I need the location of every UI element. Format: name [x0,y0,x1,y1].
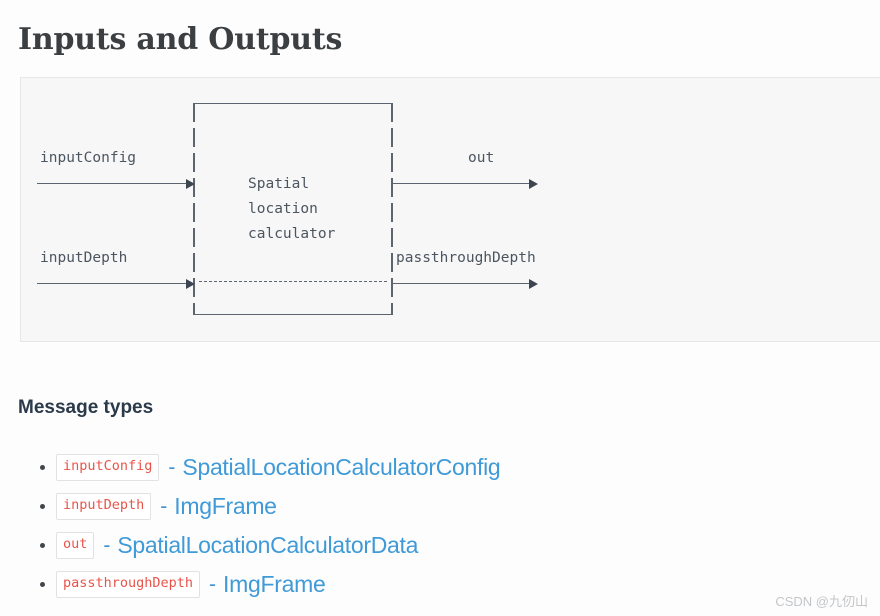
separator-dash: - [160,495,168,518]
diagram-label-out: out [468,150,495,166]
diagram-label-input-config: inputConfig [40,150,137,166]
calculator-block-label: Spatial location calculator [248,172,335,247]
separator-dash: - [209,573,217,596]
section-heading-message-types: Message types [18,396,154,418]
bullet-icon [40,465,45,470]
block-label-line-3: calculator [248,226,336,242]
block-top-border [193,103,393,104]
message-type-link[interactable]: SpatialLocationCalculatorData [117,532,418,559]
diagram-label-input-depth: inputDepth [40,250,128,266]
watermark: CSDN @九仞山 [775,594,868,609]
diagram-label-passthrough-depth: passthroughDepth [396,250,536,266]
page-title: Inputs and Outputs [18,22,343,58]
block-label-line-2: location [248,201,318,217]
message-types-list: inputConfig - SpatialLocationCalculatorC… [18,448,758,604]
documentation-page: Inputs and Outputs inputConfig inputDept… [0,0,880,616]
block-label-line-1: Spatial [248,176,310,192]
arrow-passthrough-depth-icon [393,279,538,289]
block-passthrough-divider [199,281,387,282]
bullet-icon [40,504,45,509]
list-item: out - SpatialLocationCalculatorData [18,526,758,565]
arrow-out-icon [393,179,538,189]
message-type-link[interactable]: ImgFrame [223,571,326,598]
port-badge: inputDepth [56,493,152,520]
bullet-icon [40,582,45,587]
message-type-link[interactable]: ImgFrame [174,493,277,520]
port-badge: out [56,532,95,559]
list-item: inputDepth - ImgFrame [18,487,758,526]
diagram-panel: inputConfig inputDepth out passthroughDe… [20,77,880,342]
diagram-stage: inputConfig inputDepth out passthroughDe… [21,78,581,341]
port-badge: passthroughDepth [56,571,201,598]
port-badge: inputConfig [56,454,160,481]
list-item: inputConfig - SpatialLocationCalculatorC… [18,448,758,487]
separator-dash: - [168,456,176,479]
separator-dash: - [103,534,111,557]
arrow-input-depth-icon [37,279,195,289]
bullet-icon [40,543,45,548]
block-bottom-border [193,314,393,315]
arrow-input-config-icon [37,179,195,189]
list-item: passthroughDepth - ImgFrame [18,565,758,604]
message-type-link[interactable]: SpatialLocationCalculatorConfig [182,454,500,481]
